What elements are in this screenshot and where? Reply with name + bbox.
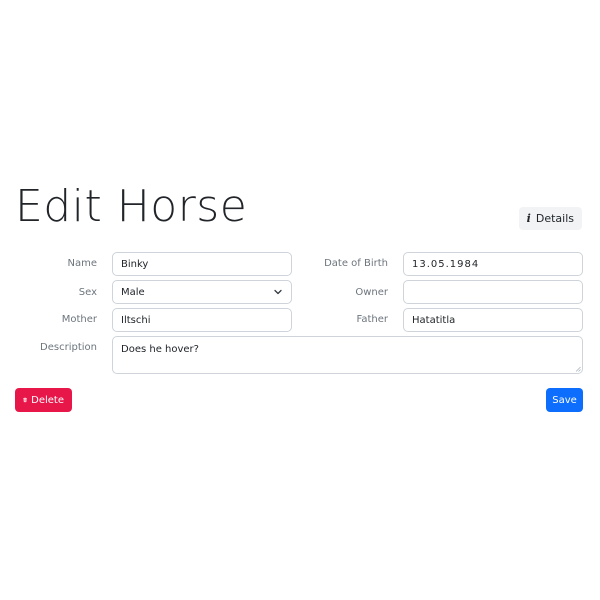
chevron-down-icon [274,289,282,295]
mother-label: Mother [61,314,97,325]
save-button[interactable]: Save [546,388,583,412]
edit-horse-page: Edit Horse i Details Name Date of Birth … [0,0,600,600]
save-button-label: Save [552,394,577,406]
sex-label: Sex [78,287,97,298]
name-input[interactable] [112,252,292,276]
resize-grip-icon[interactable] [575,366,581,372]
father-input[interactable] [403,308,583,332]
description-textarea[interactable]: Does he hover? [112,336,583,374]
owner-input[interactable] [403,280,583,304]
mother-input[interactable] [112,308,292,332]
details-button[interactable]: i Details [518,207,582,230]
trash-icon [23,397,27,403]
name-label: Name [67,258,97,269]
description-value: Does he hover? [121,344,199,355]
page-header: Edit Horse i Details [15,178,585,238]
sex-select-value: Male [121,286,145,298]
description-label: Description [40,342,97,353]
owner-label: Owner [355,287,388,298]
delete-button-label: Delete [31,394,64,406]
date-of-birth-label: Date of Birth [324,258,388,269]
sex-select[interactable]: Male [112,280,292,304]
delete-button[interactable]: Delete [15,388,72,412]
date-of-birth-input[interactable]: 13.05.1984 [403,252,583,276]
info-icon: i [526,212,531,225]
details-button-label: Details [535,212,574,225]
father-label: Father [356,314,388,325]
page-title: Edit Horse [15,181,248,232]
